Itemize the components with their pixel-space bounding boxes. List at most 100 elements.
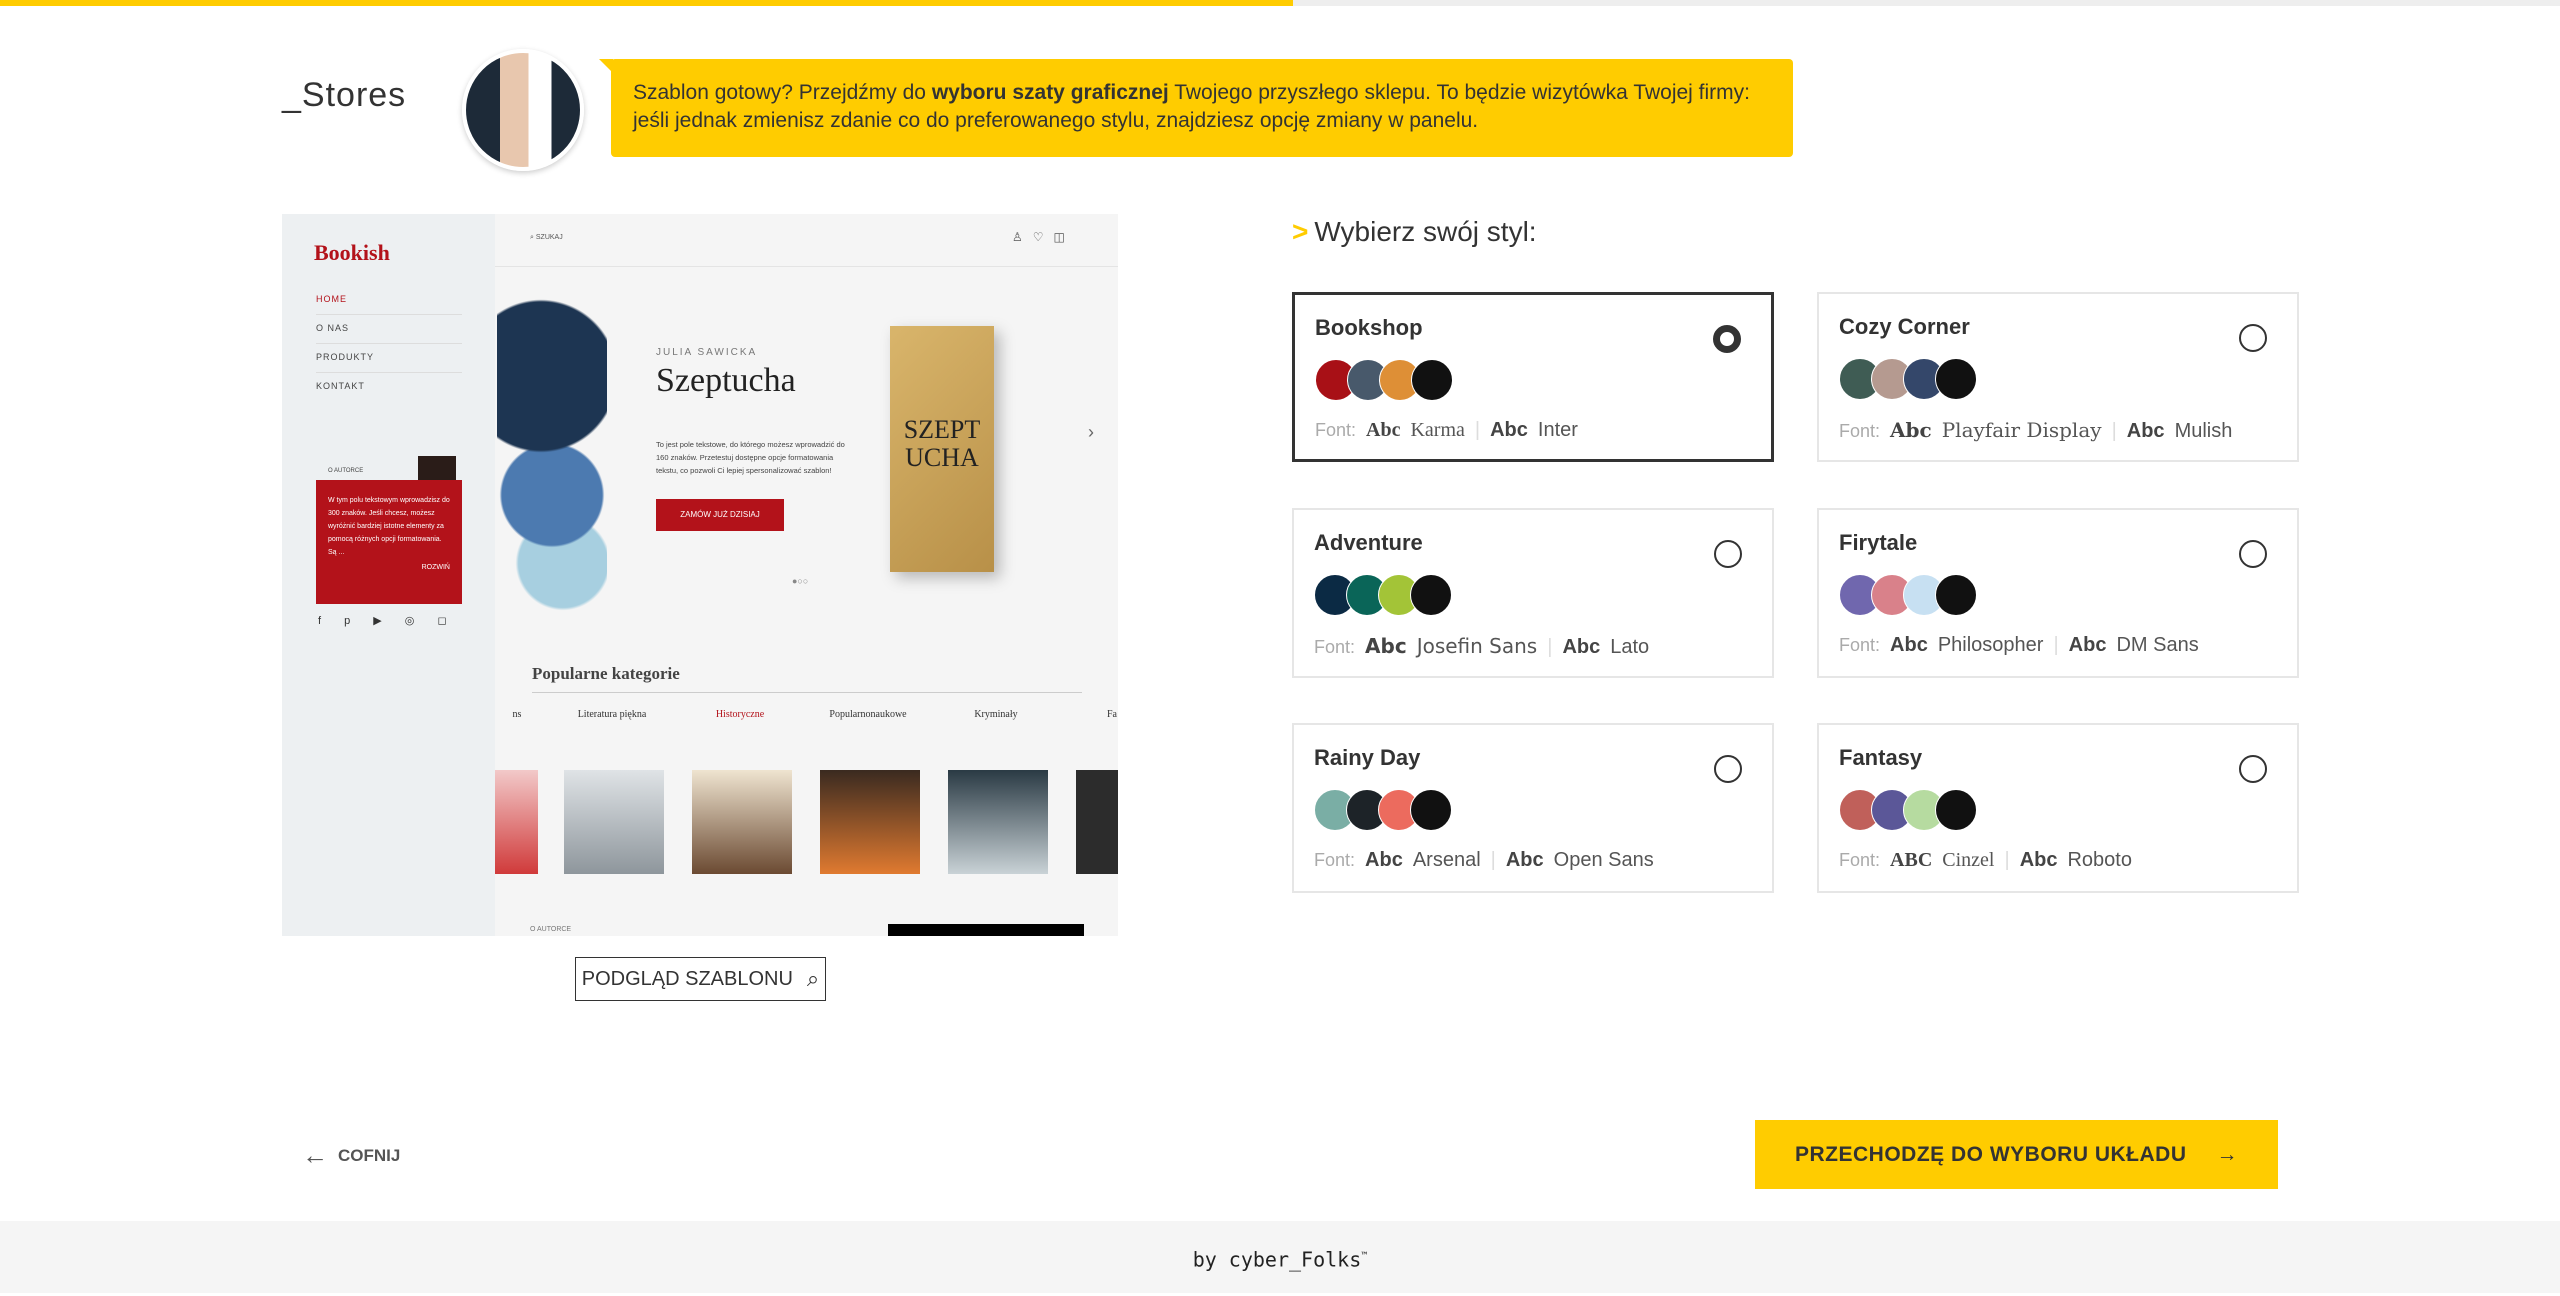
font-sample: Abc <box>1890 634 1928 656</box>
style-card-fantasy[interactable]: Fantasy Font: ABC Cinzel | Abc Roboto <box>1817 723 2299 893</box>
progress-fill <box>0 0 1293 6</box>
font-sample: Abc <box>2019 849 2058 871</box>
font-label: Font: <box>1315 420 1357 440</box>
preview-nav-item: PRODUKTY <box>316 352 462 373</box>
font-info: Font: Abc Playfair Display | Abc Mulish <box>1839 418 2277 443</box>
divider: | <box>2053 634 2059 656</box>
preview-book: SZEPT UCHA <box>890 326 994 572</box>
color-swatch <box>1935 789 1977 831</box>
preview-brand: Bookish <box>314 240 390 265</box>
font-label: Font: <box>1839 850 1881 870</box>
preview-category: Historyczne <box>715 709 765 720</box>
preview-divider <box>495 266 1118 267</box>
preview-nav-item: O NAS <box>316 323 462 344</box>
preview-slider-dots: ●○○ <box>792 576 809 586</box>
preview-about-text: W tym polu tekstowym wprowadzisz do 300 … <box>328 497 450 556</box>
font-sample: Abc <box>2068 634 2107 656</box>
heading-font: Philosopher <box>1937 634 2044 656</box>
font-sample: Abc <box>1490 419 1528 441</box>
preview-nav-item: HOME <box>316 294 462 315</box>
font-label: Font: <box>1314 637 1356 657</box>
color-swatch <box>1410 574 1452 616</box>
font-label: Font: <box>1839 635 1881 655</box>
font-info: Font: Abc Karma | Abc Inter <box>1315 419 1751 442</box>
style-radio[interactable] <box>1714 540 1742 568</box>
color-swatch <box>1935 574 1977 616</box>
back-button[interactable]: ← COFNIJ <box>302 1140 400 1171</box>
font-info: Font: Abc Arsenal | Abc Open Sans <box>1314 849 1752 872</box>
search-icon: ⌕ <box>806 966 820 991</box>
font-info: Font: Abc Philosopher | Abc DM Sans <box>1839 634 2277 657</box>
preview-next-arrow: › <box>1088 422 1094 442</box>
body-font: Mulish <box>2174 420 2233 442</box>
style-card-rainy-day[interactable]: Rainy Day Font: Abc Arsenal | Abc Open Sans <box>1292 723 1774 893</box>
color-swatch <box>1935 358 1977 400</box>
progress-bar <box>0 0 2560 6</box>
preview-hero-author: JULIA SAWICKA <box>656 347 758 358</box>
style-name: Fantasy <box>1839 745 1923 770</box>
font-sample: Abc <box>1505 849 1544 871</box>
preview-search: ⌕ SZUKAJ <box>530 234 563 241</box>
style-radio[interactable] <box>2239 755 2267 783</box>
body-font: Roboto <box>2067 849 2132 871</box>
next-button[interactable]: PRZECHODZĘ DO WYBORU UKŁADU → <box>1755 1120 2278 1189</box>
arrow-right-icon: → <box>2216 1142 2238 1166</box>
style-card-cozy-corner[interactable]: Cozy Corner Font: Abc Playfair Display | Abc… <box>1817 292 2299 462</box>
style-name: Bookshop <box>1315 315 1423 340</box>
body-font: Lato <box>1610 636 1650 658</box>
divider: | <box>2111 420 2117 442</box>
preview-hero-cta: ZAMÓW JUŻ DZISIAJ <box>656 499 784 531</box>
font-label: Font: <box>1839 421 1881 441</box>
preview-category: Popularnonaukowe <box>829 709 907 720</box>
color-swatches <box>1315 359 1751 401</box>
preview-category: Kryminały <box>974 709 1018 720</box>
style-name: Cozy Corner <box>1839 314 1970 339</box>
style-heading-text: Wybierz swój styl: <box>1314 216 1537 247</box>
preview-hero-title: Szeptucha <box>656 362 796 399</box>
heading-font: Karma <box>1410 419 1465 441</box>
template-preview-button[interactable]: PODGLĄD SZABLONU ⌕ <box>575 957 826 1001</box>
preview-cover <box>495 770 538 874</box>
style-card-adventure[interactable]: Adventure Font: Abc Josefin Sans | Abc Lato <box>1292 508 1774 678</box>
divider: | <box>1490 849 1496 871</box>
color-swatch <box>1410 789 1452 831</box>
color-swatches <box>1839 789 2277 831</box>
style-heading: > Wybierz swój styl: <box>1292 216 1543 248</box>
footer: by cyber_Folks™ <box>0 1221 2560 1293</box>
template-preview-image: Bookish HOME O NAS PRODUKTY KONTAKT O AU… <box>282 214 1118 936</box>
divider: | <box>1474 419 1481 441</box>
style-card-firytale[interactable]: Firytale Font: Abc Philosopher | Abc DM Sans <box>1817 508 2299 678</box>
trademark: ™ <box>1361 1251 1368 1262</box>
font-sample: ABC <box>1890 849 1933 871</box>
color-swatches <box>1314 574 1752 616</box>
color-swatches <box>1839 358 2277 400</box>
font-sample: Abc <box>2126 420 2165 442</box>
logo: _Stores <box>282 76 407 114</box>
divider: | <box>2004 849 2010 871</box>
body-font: DM Sans <box>2116 634 2199 656</box>
preview-hero-text: To jest pole tekstowe, do którego możesz… <box>656 440 845 475</box>
heading-font: Cinzel <box>1942 849 1995 871</box>
assistant-avatar <box>462 49 584 171</box>
style-radio[interactable] <box>1713 325 1741 353</box>
preview-cover <box>564 770 664 874</box>
preview-category: Fa <box>1107 709 1117 720</box>
style-radio[interactable] <box>2239 540 2267 568</box>
preview-cover <box>692 770 792 874</box>
style-card-bookshop[interactable]: Bookshop Font: Abc Karma | Abc Inter <box>1292 292 1774 462</box>
divider: | <box>1547 636 1553 658</box>
heading-font: Arsenal <box>1412 849 1481 871</box>
font-sample: Abc <box>1365 634 1407 658</box>
preview-categories-title: Popularne kategorie <box>532 664 1082 693</box>
font-sample: Abc <box>1562 636 1601 658</box>
style-radio[interactable] <box>1714 755 1742 783</box>
body-font: Open Sans <box>1553 849 1654 871</box>
preview-expand: ROZWIŃ <box>421 564 450 571</box>
next-label: PRZECHODZĘ DO WYBORU UKŁADU <box>1795 1142 2187 1166</box>
preview-category: Literatura piękna <box>577 709 647 720</box>
message-text: Szablon gotowy? Przejdźmy do <box>633 81 932 104</box>
assistant-message: Szablon gotowy? Przejdźmy do wyboru szat… <box>599 59 1793 157</box>
preview-dark-block <box>888 924 1084 936</box>
style-radio[interactable] <box>2239 324 2267 352</box>
arrow-left-icon: ← <box>302 1140 328 1170</box>
